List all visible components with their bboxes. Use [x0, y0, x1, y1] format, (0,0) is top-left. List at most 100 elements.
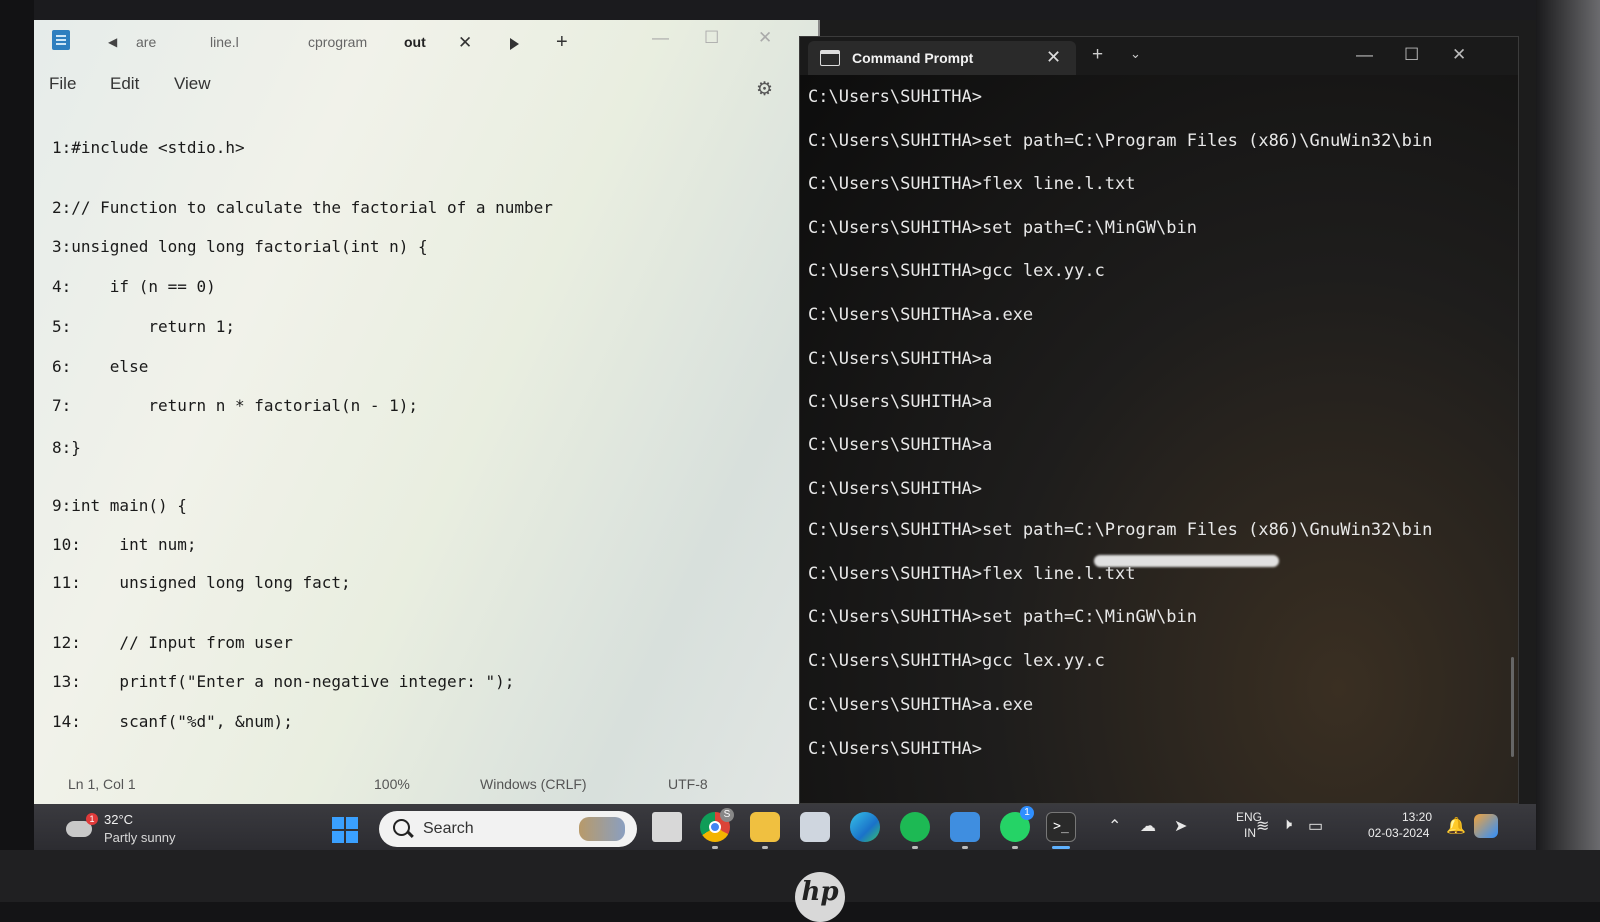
code-line: 4: if (n == 0): [52, 277, 216, 296]
edge-icon[interactable]: [850, 812, 880, 842]
zoom-level: 100%: [374, 776, 410, 792]
chrome-profile-badge: S: [720, 808, 734, 822]
code-line: 7: return n * factorial(n - 1);: [52, 396, 419, 415]
app-running-indicator: [712, 846, 718, 849]
tab-command-prompt[interactable]: Command Prompt ✕: [808, 41, 1076, 75]
code-line: 11: unsigned long long fact;: [52, 573, 351, 592]
whatsapp-badge: 1: [1020, 806, 1034, 820]
notepad-window: ◀ are line.l cprogram out ✕ + — ☐ ✕ File…: [34, 20, 820, 804]
new-tab-icon[interactable]: +: [556, 31, 568, 54]
onedrive-cloud-icon[interactable]: ☁: [1140, 816, 1156, 836]
notepad-statusbar: Ln 1, Col 1 100% Windows (CRLF) UTF-8: [34, 760, 818, 804]
terminal-line: C:\Users\SUHITHA>gcc lex.yy.c: [808, 651, 1105, 671]
tab-cprogram[interactable]: cprogram: [308, 34, 367, 50]
taskbar-search-box[interactable]: Search: [379, 811, 637, 847]
minimize-icon[interactable]: —: [652, 28, 669, 48]
terminal-line: C:\Users\SUHITHA>a: [808, 435, 993, 455]
chevron-up-icon[interactable]: ⌃: [1108, 816, 1121, 836]
laptop-bezel-top: [0, 0, 1600, 22]
close-window-icon[interactable]: ✕: [1452, 45, 1466, 65]
search-label: Search: [423, 820, 474, 837]
task-view-icon[interactable]: [652, 812, 682, 842]
terminal-line: C:\Users\SUHITHA>a: [808, 392, 993, 412]
notification-bell-icon[interactable]: 🔔: [1446, 816, 1466, 836]
menu-file[interactable]: File: [49, 74, 76, 94]
encoding: UTF-8: [668, 776, 708, 792]
taskbar: 1 32°C Partly sunny Search S 1 >_ ⌃ ☁ ➤: [34, 804, 1536, 850]
settings-gear-icon[interactable]: ⚙: [756, 78, 773, 101]
weather-condition[interactable]: Partly sunny: [104, 830, 176, 845]
terminal-line: C:\Users\SUHITHA>: [808, 87, 982, 107]
code-line: 10: int num;: [52, 535, 197, 554]
close-tab-icon[interactable]: ✕: [1046, 47, 1061, 68]
close-window-icon[interactable]: ✕: [758, 28, 772, 48]
search-highlight-image: [579, 817, 625, 841]
active-app-indicator: [1052, 846, 1070, 849]
weather-temperature[interactable]: 32°C: [104, 812, 133, 827]
tab-scroll-left-icon[interactable]: ◀: [108, 35, 117, 49]
terminal-line: C:\Users\SUHITHA>set path=C:\Program Fil…: [808, 520, 1433, 540]
clock-date[interactable]: 02-03-2024: [1368, 826, 1429, 840]
line-ending: Windows (CRLF): [480, 776, 587, 792]
code-line: 5: return 1;: [52, 317, 236, 336]
code-line: 1:#include <stdio.h>: [52, 138, 245, 157]
terminal-line: C:\Users\SUHITHA>set path=C:\MinGW\bin: [808, 607, 1197, 627]
code-line: 13: printf("Enter a non-negative integer…: [52, 672, 515, 691]
windows-start-icon[interactable]: [332, 817, 358, 843]
files-app-icon[interactable]: [800, 812, 830, 842]
wifi-icon[interactable]: ≋: [1256, 816, 1269, 836]
language-region[interactable]: IN: [1244, 826, 1256, 840]
terminal-taskbar-icon[interactable]: >_: [1046, 812, 1076, 842]
terminal-line: C:\Users\SUHITHA>: [808, 479, 982, 499]
minimize-icon[interactable]: —: [1356, 45, 1373, 65]
terminal-scrollbar[interactable]: [1511, 657, 1514, 757]
clock-time[interactable]: 13:20: [1402, 810, 1432, 824]
hp-logo: hp: [795, 872, 845, 922]
command-prompt-window: Command Prompt ✕ + ⌄ — ☐ ✕ C:\Users\SUHI…: [799, 36, 1519, 804]
app-running-indicator: [962, 846, 968, 849]
search-icon: [393, 819, 410, 836]
location-arrow-icon[interactable]: ➤: [1174, 816, 1187, 836]
notepad-taskbar-icon[interactable]: [950, 812, 980, 842]
terminal-app-icon: [820, 50, 840, 66]
tab-close-icon[interactable]: ✕: [458, 33, 472, 53]
spotify-icon[interactable]: [900, 812, 930, 842]
menu-edit[interactable]: Edit: [110, 74, 139, 94]
tab-are[interactable]: are: [136, 34, 156, 50]
notepad-menubar: File Edit View: [34, 68, 818, 104]
terminal-line: C:\Users\SUHITHA>a.exe: [808, 695, 1034, 715]
new-tab-icon[interactable]: +: [1092, 44, 1103, 66]
maximize-icon[interactable]: ☐: [704, 28, 719, 48]
terminal-line: C:\Users\SUHITHA>a: [808, 349, 993, 369]
maximize-icon[interactable]: ☐: [1404, 45, 1419, 65]
app-running-indicator: [1012, 846, 1018, 849]
screen: ◀ are line.l cprogram out ✕ + — ☐ ✕ File…: [34, 20, 1536, 850]
app-running-indicator: [912, 846, 918, 849]
file-explorer-icon[interactable]: [750, 812, 780, 842]
tab-out[interactable]: out: [404, 34, 426, 50]
menu-view[interactable]: View: [174, 74, 211, 94]
terminal-line: C:\Users\SUHITHA>: [808, 739, 982, 759]
cursor-position: Ln 1, Col 1: [68, 776, 136, 792]
terminal-line: C:\Users\SUHITHA>set path=C:\Program Fil…: [808, 131, 1433, 151]
terminal-line: C:\Users\SUHITHA>a.exe: [808, 305, 1034, 325]
laptop-bezel-left: [0, 0, 34, 902]
terminal-line: C:\Users\SUHITHA>flex line.l.txt: [808, 174, 1136, 194]
weather-cloud-icon[interactable]: 1: [66, 813, 98, 839]
tab-scroll-right-icon[interactable]: [510, 38, 519, 50]
terminal-line: C:\Users\SUHITHA>flex line.l.txt: [808, 564, 1136, 584]
tab-line-l[interactable]: line.l: [210, 34, 239, 50]
code-line: 14: scanf("%d", &num);: [52, 712, 293, 731]
code-line: 8:}: [52, 438, 81, 457]
notepad-titlebar: ◀ are line.l cprogram out ✕ + — ☐ ✕: [34, 20, 818, 68]
screen-glare: [1094, 555, 1279, 567]
battery-icon[interactable]: ▭: [1308, 816, 1323, 836]
chevron-down-icon[interactable]: ⌄: [1130, 46, 1141, 62]
code-line: 9:int main() {: [52, 496, 187, 515]
code-line: 12: // Input from user: [52, 633, 293, 652]
speaker-muted-icon[interactable]: 🕨: [1282, 816, 1292, 834]
terminal-tab-label: Command Prompt: [852, 50, 974, 66]
copilot-icon[interactable]: [1474, 814, 1498, 838]
weather-badge: 1: [86, 813, 98, 825]
laptop-bezel-right: [1536, 0, 1600, 902]
